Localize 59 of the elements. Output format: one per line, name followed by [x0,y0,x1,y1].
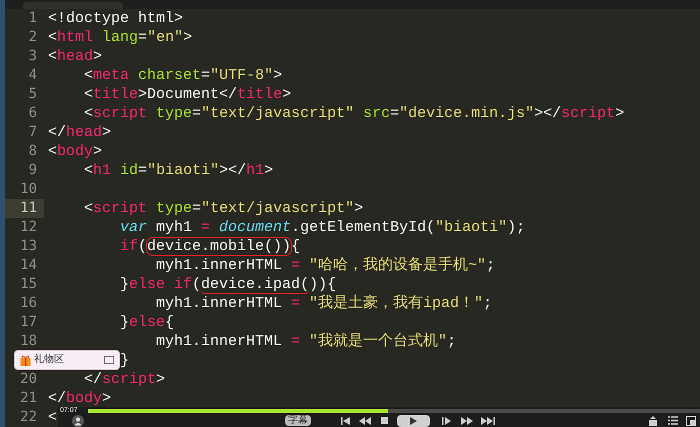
play-icon [410,416,417,424]
window-icon[interactable] [104,356,114,364]
user-icon[interactable] [72,414,84,426]
code-line: myh1.innerHTML = "我就是一个台式机"; [156,332,456,351]
progress-track[interactable] [88,408,700,412]
code-line: <title>Document</title> [84,85,292,104]
code-line: <h1 id="biaoti"></h1> [84,161,274,180]
code-line: <meta charset="UTF-8"> [84,66,282,85]
share-icon[interactable] [648,416,658,426]
line-number: 4 [28,66,37,85]
code-line: }else{ [120,313,174,332]
code-line: } [120,351,130,370]
line-number: 20 [20,370,37,389]
skip-back-icon[interactable] [341,416,351,424]
code-line: </body> [48,389,112,407]
line-number: 9 [28,161,37,180]
code-line: < [48,408,58,427]
play-button[interactable] [397,414,430,426]
gift-panel-label: 礼物区 [34,354,64,366]
line-number: 11 [20,199,37,218]
line-number: 2 [28,28,37,47]
subtitle-button[interactable]: 字幕 [285,415,311,426]
line-number: 18 [20,332,37,351]
code-line: myh1.innerHTML = "我是土豪，我有ipad！"; [156,294,492,313]
step-forward-icon[interactable] [442,416,451,424]
line-number: 1 [28,9,37,28]
fast-forward-icon[interactable] [461,416,473,424]
list-icon[interactable] [668,416,678,425]
line-number: 13 [20,237,37,256]
gift-icon [20,354,31,366]
line-number: 5 [28,85,37,104]
code-line: <script type="text/javascript" src="device.min.js"></script> [84,104,624,123]
code-line: <html lang="en"> [48,28,192,47]
line-number: 8 [28,142,37,161]
line-number: 22 [20,408,37,427]
code-line: <!doctype html> [48,9,184,28]
rewind-icon[interactable] [359,416,371,424]
line-number: 21 [20,389,37,408]
gift-panel[interactable]: 礼物区 [14,350,120,370]
line-number: 12 [20,218,37,237]
code-line: <script type="text/javascript"> [84,199,364,218]
code-line: </head> [48,123,112,142]
line-number: 15 [20,275,37,294]
code-line: <body> [48,142,102,161]
line-number: 17 [20,313,37,332]
line-number: 6 [28,104,37,123]
line-number: 10 [20,180,37,199]
code-line: myh1.innerHTML = "哈哈，我的设备是手机~"; [156,256,496,275]
code-line: }else if(device.ipad()){ [120,275,336,294]
fullscreen-icon[interactable] [686,416,696,426]
line-number: 3 [28,47,37,66]
code-line: </script> [84,370,166,389]
code-line: if(device.mobile()){ [120,237,300,256]
line-number: 14 [20,256,37,275]
line-number: 7 [28,123,37,142]
line-number: 16 [20,294,37,313]
code-line: <head> [48,47,102,66]
code-line: var myh1 = document.getElementById("biaoti"); [120,218,526,237]
skip-forward-icon[interactable] [481,416,495,424]
